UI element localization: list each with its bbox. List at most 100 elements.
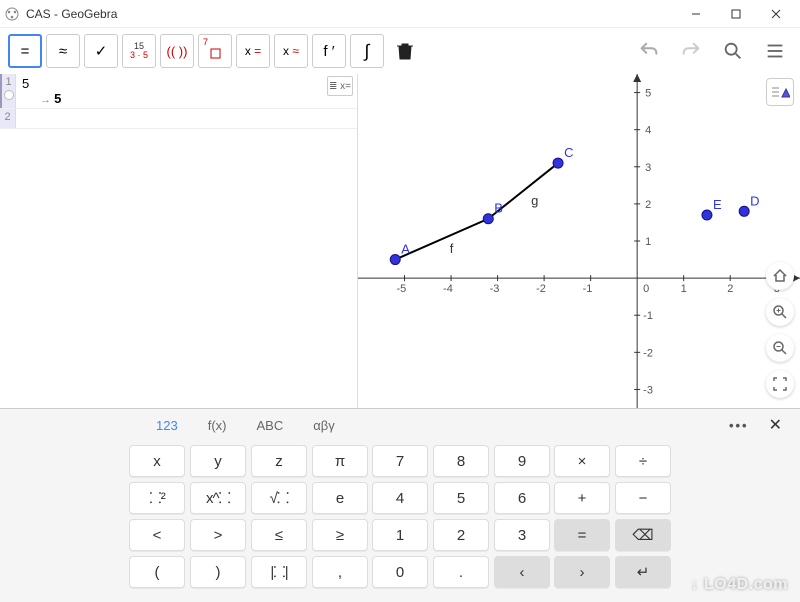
key-4[interactable]: 4 xyxy=(372,482,428,514)
close-button[interactable] xyxy=(756,1,796,27)
svg-text:1: 1 xyxy=(681,283,687,295)
cas-row[interactable]: 1 5 5 xyxy=(0,74,357,109)
kb-close-button[interactable]: ✕ xyxy=(769,415,782,435)
cas-cell-content[interactable]: 5 5 xyxy=(16,74,357,108)
kb-section-nums: 7 8 9 4 5 6 1 2 3 0 . ‹ xyxy=(372,445,550,592)
zoom-out-button[interactable] xyxy=(766,334,794,362)
titlebar: CAS - GeoGebra xyxy=(0,0,800,28)
zoom-in-button[interactable] xyxy=(766,298,794,326)
graphics-style-toggle[interactable] xyxy=(766,78,794,106)
svg-text:-2: -2 xyxy=(536,283,546,295)
key-plus[interactable]: + xyxy=(554,482,610,514)
key-3[interactable]: 3 xyxy=(494,519,550,551)
frac-den: 3 · 5 xyxy=(130,51,148,60)
menu-button[interactable] xyxy=(758,34,792,68)
key-sqrt[interactable]: √⸬ xyxy=(251,482,307,514)
key-1[interactable]: 1 xyxy=(372,519,428,551)
svg-text:-4: -4 xyxy=(443,283,453,295)
kb-tab-greek[interactable]: αβγ xyxy=(301,414,347,437)
key-0[interactable]: 0 xyxy=(372,556,428,588)
cas-row-index[interactable]: 2 xyxy=(0,109,16,128)
key-gt[interactable]: > xyxy=(190,519,246,551)
svg-text:E: E xyxy=(713,197,722,212)
key-divide[interactable]: ÷ xyxy=(615,445,671,477)
tool-evaluate[interactable]: = xyxy=(8,34,42,68)
svg-text:-3: -3 xyxy=(490,283,500,295)
key-backspace[interactable]: ⌫ xyxy=(615,519,671,551)
cas-row-index[interactable]: 1 xyxy=(0,74,16,108)
svg-text:C: C xyxy=(564,145,573,160)
tool-solve-numeric[interactable]: x ≈ xyxy=(274,34,308,68)
key-e[interactable]: e xyxy=(312,482,368,514)
tool-delete[interactable] xyxy=(388,34,422,68)
kb-section-ops: × ÷ + − = ⌫ › ↵ xyxy=(554,445,671,592)
toolbar: = ≈ ✓ 153 · 5 (( )) 7 x = x ≈ f ′ ∫ xyxy=(0,28,800,74)
kb-tab-greek-label: αβγ xyxy=(313,418,335,433)
tool-derivative[interactable]: f ′ xyxy=(312,34,346,68)
key-left[interactable]: ‹ xyxy=(494,556,550,588)
key-equals[interactable]: = xyxy=(554,519,610,551)
tool-solve[interactable]: x = xyxy=(236,34,270,68)
keyboard-grid: x y z π ⸬² x^⸬ √⸬ e < > ≤ ≥ ( ) |⸬| , 7 … xyxy=(0,441,800,602)
cas-index-2: 2 xyxy=(4,111,10,123)
redo-button[interactable] xyxy=(674,34,708,68)
key-comma[interactable]: , xyxy=(312,556,368,588)
key-y[interactable]: y xyxy=(190,445,246,477)
svg-text:2: 2 xyxy=(727,283,733,295)
key-8[interactable]: 8 xyxy=(433,445,489,477)
kb-more-button[interactable]: ••• xyxy=(729,418,749,433)
graphics-panel[interactable]: -5-4-3-2-10123-3-2-112345fgABCDE xyxy=(358,74,800,408)
kb-tab-fx[interactable]: f(x) xyxy=(196,414,239,437)
graphics-view[interactable]: -5-4-3-2-10123-3-2-112345fgABCDE xyxy=(358,74,800,408)
tool-keep-input[interactable]: ✓ xyxy=(84,34,118,68)
kb-tab-123[interactable]: 123 xyxy=(144,414,190,437)
virtual-keyboard: 123 f(x) ABC αβγ ••• ✕ x y z π ⸬² x^⸬ √⸬… xyxy=(0,408,800,602)
svg-text:-1: -1 xyxy=(583,283,593,295)
svg-text:5: 5 xyxy=(645,88,651,100)
key-z[interactable]: z xyxy=(251,445,307,477)
key-square[interactable]: ⸬² xyxy=(129,482,185,514)
key-lt[interactable]: < xyxy=(129,519,185,551)
key-5[interactable]: 5 xyxy=(433,482,489,514)
key-9[interactable]: 9 xyxy=(494,445,550,477)
key-2[interactable]: 2 xyxy=(433,519,489,551)
key-ge[interactable]: ≥ xyxy=(312,519,368,551)
key-pi[interactable]: π xyxy=(312,445,368,477)
tool-factor[interactable]: 153 · 5 xyxy=(122,34,156,68)
svg-text:4: 4 xyxy=(645,125,651,137)
cas-visibility-dot[interactable] xyxy=(4,90,14,100)
key-7[interactable]: 7 xyxy=(372,445,428,477)
kb-tab-abc[interactable]: ABC xyxy=(244,414,295,437)
paren-label: (( )) xyxy=(167,44,188,59)
app-icon xyxy=(4,6,20,22)
cas-input-1: 5 xyxy=(22,76,351,91)
maximize-button[interactable] xyxy=(716,1,756,27)
key-le[interactable]: ≤ xyxy=(251,519,307,551)
search-button[interactable] xyxy=(716,34,750,68)
key-enter[interactable]: ↵ xyxy=(615,556,671,588)
minimize-button[interactable] xyxy=(676,1,716,27)
key-power[interactable]: x^⸬ xyxy=(190,482,246,514)
key-rparen[interactable]: ) xyxy=(190,556,246,588)
home-view-button[interactable] xyxy=(766,262,794,290)
tool-numeric[interactable]: ≈ xyxy=(46,34,80,68)
undo-button[interactable] xyxy=(632,34,666,68)
svg-text:-1: -1 xyxy=(643,310,653,322)
fullscreen-button[interactable] xyxy=(766,370,794,398)
key-x[interactable]: x xyxy=(129,445,185,477)
key-dot[interactable]: . xyxy=(433,556,489,588)
cas-cell-content[interactable] xyxy=(16,109,357,128)
key-lparen[interactable]: ( xyxy=(129,556,185,588)
tool-integral[interactable]: ∫ xyxy=(350,34,384,68)
cas-style-toggle[interactable]: ≣ x= xyxy=(327,76,353,96)
cas-row[interactable]: 2 xyxy=(0,109,357,129)
key-abs[interactable]: |⸬| xyxy=(251,556,307,588)
key-6[interactable]: 6 xyxy=(494,482,550,514)
tool-substitute[interactable]: 7 xyxy=(198,34,232,68)
cas-result-1: 5 xyxy=(22,91,351,106)
main-area: ≣ x= 1 5 5 2 xyxy=(0,74,800,408)
key-minus[interactable]: − xyxy=(615,482,671,514)
key-right[interactable]: › xyxy=(554,556,610,588)
tool-expand[interactable]: (( )) xyxy=(160,34,194,68)
key-times[interactable]: × xyxy=(554,445,610,477)
